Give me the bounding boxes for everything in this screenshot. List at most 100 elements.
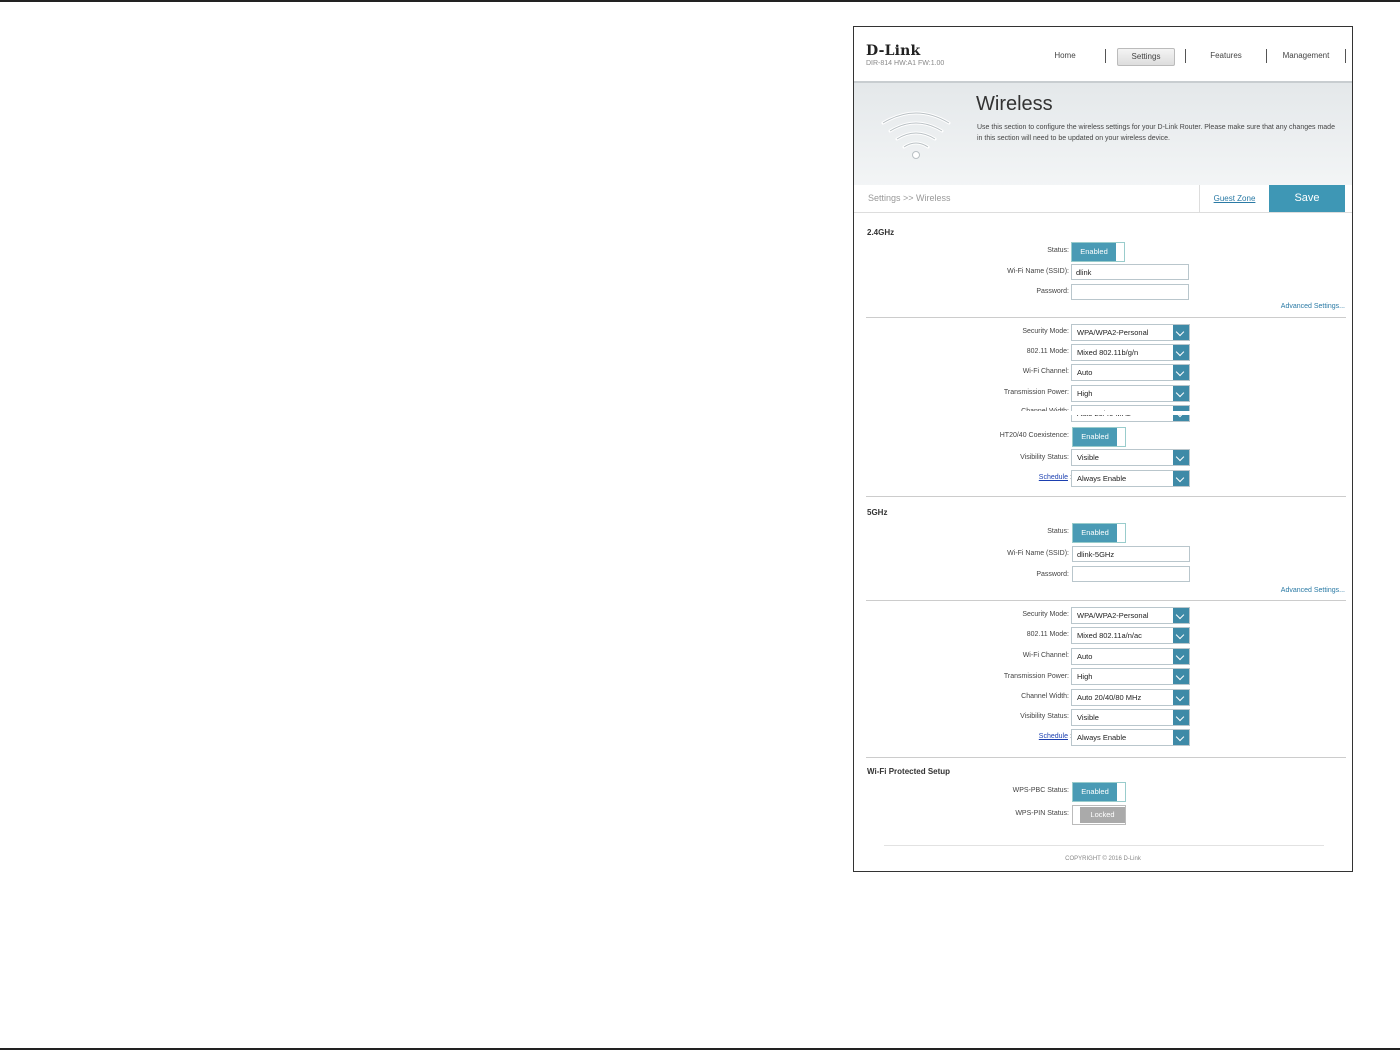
status-toggle-5ghz[interactable]: Enabled [1072, 523, 1126, 543]
footer-divider [884, 845, 1324, 846]
page-banner: Wireless Use this section to configure t… [854, 81, 1352, 187]
divider [866, 757, 1346, 758]
nav-management[interactable]: Management [1279, 48, 1333, 64]
mode-label: 802.11 Mode: [1026, 631, 1069, 638]
section-title-wps: Wi-Fi Protected Setup [867, 767, 951, 776]
status-label: Status: [1047, 528, 1069, 535]
nav-separator [1105, 49, 1106, 63]
ssid-label: Wi-Fi Name (SSID): [1007, 268, 1069, 275]
select-value: Visible [1077, 713, 1099, 722]
advanced-settings-link-5ghz[interactable]: Advanced Settings... [1281, 587, 1345, 594]
nav-features[interactable]: Features [1200, 48, 1252, 64]
advanced-settings-link-2-4ghz[interactable]: Advanced Settings... [1281, 303, 1345, 310]
select-value: Always Enable [1077, 733, 1127, 742]
schedule-link-2-4ghz[interactable]: Schedule [1039, 474, 1068, 481]
chevron-down-icon [1173, 345, 1189, 360]
select-value: Always Enable [1077, 474, 1127, 483]
wifi-icon [881, 111, 951, 159]
power-select-5ghz[interactable]: High [1071, 668, 1190, 685]
select-value: Mixed 802.11a/n/ac [1077, 631, 1142, 640]
select-value: Auto 20/40/80 MHz [1077, 693, 1142, 702]
breadcrumb: Settings >> Wireless [868, 193, 951, 203]
header: D-Link DIR-814 HW:A1 FW:1.00 Home Settin… [854, 27, 1352, 81]
chevron-down-icon [1173, 690, 1189, 705]
select-value: Auto [1077, 368, 1093, 377]
nav-settings[interactable]: Settings [1117, 48, 1175, 66]
security-mode-select-2-4ghz[interactable]: WPA/WPA2-Personal [1071, 324, 1190, 341]
channel-label: Wi-Fi Channel: [1022, 652, 1069, 659]
width-select-5ghz[interactable]: Auto 20/40/80 MHz [1071, 689, 1190, 706]
channel-select-5ghz[interactable]: Auto [1071, 648, 1190, 665]
schedule-link-5ghz[interactable]: Schedule [1039, 733, 1068, 740]
toggle-knob [1073, 806, 1080, 824]
chevron-down-icon [1173, 365, 1189, 380]
select-value: High [1077, 672, 1093, 681]
page-title: Wireless [976, 93, 1053, 115]
divider [866, 496, 1346, 497]
chevron-down-icon [1173, 608, 1189, 623]
guest-zone-link[interactable]: Guest Zone [1199, 185, 1269, 212]
divider [866, 317, 1346, 318]
nav-separator [1266, 49, 1267, 63]
select-value: WPA/WPA2-Personal [1077, 611, 1149, 620]
wps-pbc-toggle[interactable]: Enabled [1072, 782, 1126, 802]
security-mode-label: Security Mode: [1022, 328, 1069, 335]
wps-pin-toggle[interactable]: Locked [1072, 805, 1126, 825]
toggle-state: Enabled [1073, 524, 1117, 542]
password-input-2-4ghz[interactable] [1071, 284, 1189, 300]
toolbar: Settings >> Wireless Guest Zone Save [854, 185, 1352, 213]
chevron-down-icon [1173, 628, 1189, 643]
coexistence-label: HT20/40 Coexistence: [999, 432, 1069, 439]
power-select-2-4ghz[interactable]: High [1071, 385, 1190, 402]
password-label: Password: [1036, 288, 1069, 295]
toggle-knob [1118, 428, 1125, 446]
save-button[interactable]: Save [1269, 185, 1345, 212]
section-title-5ghz: 5GHz [867, 508, 888, 517]
visibility-label: Visibility Status: [1020, 713, 1069, 720]
chevron-down-icon [1173, 450, 1189, 465]
toggle-state: Enabled [1073, 783, 1117, 801]
ssid-input-2-4ghz[interactable]: dlink [1071, 264, 1189, 280]
select-value: High [1077, 389, 1093, 398]
router-ui-screenshot: D-Link DIR-814 HW:A1 FW:1.00 Home Settin… [853, 26, 1353, 872]
chevron-down-icon [1173, 325, 1189, 340]
toggle-knob [1117, 243, 1124, 261]
mode-select-2-4ghz[interactable]: Mixed 802.11b/g/n [1071, 344, 1190, 361]
wps-pbc-label: WPS-PBC Status: [1012, 787, 1069, 794]
password-input-5ghz[interactable] [1072, 566, 1190, 582]
mode-label: 802.11 Mode: [1026, 348, 1069, 355]
divider [866, 600, 1346, 601]
nav-separator [1185, 49, 1186, 63]
password-label: Password: [1036, 571, 1069, 578]
page-top-rule [0, 0, 1400, 2]
page-bottom-rule [0, 1048, 1400, 1050]
copyright: COPYRIGHT © 2016 D-Link [1065, 856, 1141, 862]
model-info: DIR-814 HW:A1 FW:1.00 [866, 60, 945, 67]
ssid-input-5ghz[interactable]: dlink-5GHz [1072, 546, 1190, 562]
security-mode-select-5ghz[interactable]: WPA/WPA2-Personal [1071, 607, 1190, 624]
chevron-down-icon [1173, 669, 1189, 684]
visibility-select-2-4ghz[interactable]: Visible [1071, 449, 1190, 466]
toggle-state: Locked [1080, 807, 1125, 823]
ssid-label: Wi-Fi Name (SSID): [1007, 550, 1069, 557]
channel-select-2-4ghz[interactable]: Auto [1071, 364, 1190, 381]
visibility-label: Visibility Status: [1020, 454, 1069, 461]
schedule-select-5ghz[interactable]: Always Enable [1071, 729, 1190, 746]
chevron-down-icon [1173, 730, 1189, 745]
select-value: Mixed 802.11b/g/n [1077, 348, 1139, 357]
coexistence-toggle[interactable]: Enabled [1072, 427, 1126, 447]
status-label: Status: [1047, 247, 1069, 254]
schedule-select-2-4ghz[interactable]: Always Enable [1071, 470, 1190, 487]
nav-home[interactable]: Home [1041, 48, 1089, 64]
chevron-down-icon [1173, 649, 1189, 664]
power-label: Transmission Power: [1003, 673, 1069, 680]
dlink-logo: D-Link [866, 43, 921, 59]
toggle-state: Enabled [1073, 428, 1117, 446]
channel-label: Wi-Fi Channel: [1022, 368, 1069, 375]
section-title-2-4ghz: 2.4GHz [867, 228, 895, 237]
visibility-select-5ghz[interactable]: Visible [1071, 709, 1190, 726]
chevron-down-icon [1173, 710, 1189, 725]
mode-select-5ghz[interactable]: Mixed 802.11a/n/ac [1071, 627, 1190, 644]
select-value: WPA/WPA2-Personal [1077, 328, 1149, 337]
status-toggle-2-4ghz[interactable]: Enabled [1071, 242, 1125, 262]
